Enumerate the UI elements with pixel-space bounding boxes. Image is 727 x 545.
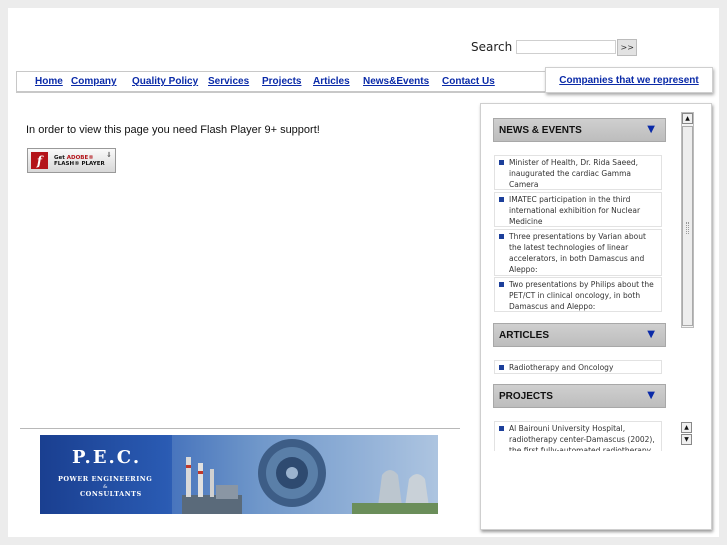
nav-projects[interactable]: Projects xyxy=(262,76,301,87)
nav-articles[interactable]: Articles xyxy=(313,76,350,87)
companies-link[interactable]: Companies that we represent xyxy=(559,75,698,86)
get-flash-player-button[interactable]: f Get ADOBE® FLASH® PLAYER ⇓ xyxy=(27,148,116,173)
news-item[interactable]: Minister of Health, Dr. Rida Saeed, inau… xyxy=(494,155,662,190)
bullet-icon xyxy=(499,426,504,431)
article-item[interactable]: Radiotherapy and Oncology xyxy=(494,360,662,374)
sidebar-scrollbar[interactable]: ▲ xyxy=(681,112,694,328)
search-label: Search xyxy=(471,40,513,54)
scroll-grip-icon xyxy=(686,222,689,234)
bullet-icon xyxy=(499,365,504,370)
nav-company[interactable]: Company xyxy=(71,76,117,87)
nav-news-events[interactable]: News&Events xyxy=(363,76,429,87)
news-item-text: Minister of Health, Dr. Rida Saeed, inau… xyxy=(509,158,639,189)
scroll-up-icon[interactable]: ▲ xyxy=(682,113,693,124)
banner-title: P.E.C. xyxy=(72,447,142,468)
chevron-down-icon[interactable]: ▼ xyxy=(647,124,655,135)
flash-badge-player: FLASH® PLAYER xyxy=(54,160,105,167)
download-arrow-icon: ⇓ xyxy=(106,151,112,159)
search-bar: Search >> xyxy=(471,38,638,56)
project-item[interactable]: Al Bairouni University Hospital, radioth… xyxy=(494,421,662,451)
article-item-text: Radiotherapy and Oncology xyxy=(509,363,614,372)
projects-scrollbar[interactable]: ▲ ▼ xyxy=(681,422,694,449)
nav-services[interactable]: Services xyxy=(208,76,249,87)
banner-subtitle-1: POWER ENGINEERING xyxy=(58,475,153,483)
scroll-down-icon[interactable]: ▼ xyxy=(681,434,692,445)
projects-title: PROJECTS xyxy=(499,390,553,402)
articles-header[interactable]: ARTICLES ▼ xyxy=(493,323,666,347)
chevron-down-icon[interactable]: ▼ xyxy=(647,390,655,401)
bullet-icon xyxy=(499,160,504,165)
projects-list: Al Bairouni University Hospital, radioth… xyxy=(494,421,662,451)
main-nav: Home Company Quality Policy Services Pro… xyxy=(16,71,552,93)
news-item[interactable]: IMATEC participation in the third intern… xyxy=(494,192,662,227)
search-button[interactable]: >> xyxy=(617,38,638,56)
articles-title: ARTICLES xyxy=(499,329,549,341)
content-divider xyxy=(20,428,460,429)
pec-banner: P.E.C. POWER ENGINEERING & CONSULTANTS xyxy=(40,435,438,514)
flash-badge-text: Get ADOBE® FLASH® PLAYER xyxy=(54,155,105,167)
news-item[interactable]: Two presentations by Philips about the P… xyxy=(494,277,662,312)
news-item[interactable]: Three presentations by Varian about the … xyxy=(494,229,662,276)
projects-header[interactable]: PROJECTS ▼ xyxy=(493,384,666,408)
bullet-icon xyxy=(499,282,504,287)
scroll-up-icon[interactable]: ▲ xyxy=(681,422,692,433)
companies-tab[interactable]: Companies that we represent xyxy=(545,67,713,93)
power-plant-image xyxy=(172,435,438,514)
news-events-title: NEWS & EVENTS xyxy=(499,124,582,136)
search-input[interactable] xyxy=(516,40,617,54)
news-item-text: IMATEC participation in the third intern… xyxy=(509,195,641,226)
banner-subtitle-2: CONSULTANTS xyxy=(80,490,142,498)
chevron-down-icon[interactable]: ▼ xyxy=(647,329,655,340)
nav-contact-us[interactable]: Contact Us xyxy=(442,76,495,87)
scroll-thumb[interactable] xyxy=(682,126,693,326)
project-item-text: Al Bairouni University Hospital, radioth… xyxy=(509,424,655,451)
news-events-header[interactable]: NEWS & EVENTS ▼ xyxy=(493,118,666,142)
news-item-text: Two presentations by Philips about the P… xyxy=(509,280,654,311)
bullet-icon xyxy=(499,234,504,239)
nav-quality-policy[interactable]: Quality Policy xyxy=(132,76,198,87)
bullet-icon xyxy=(499,197,504,202)
flash-required-message: In order to view this page you need Flas… xyxy=(26,124,320,136)
news-item-text: Three presentations by Varian about the … xyxy=(509,232,646,274)
flash-logo-icon: f xyxy=(31,152,48,169)
nav-home[interactable]: Home xyxy=(35,76,63,87)
